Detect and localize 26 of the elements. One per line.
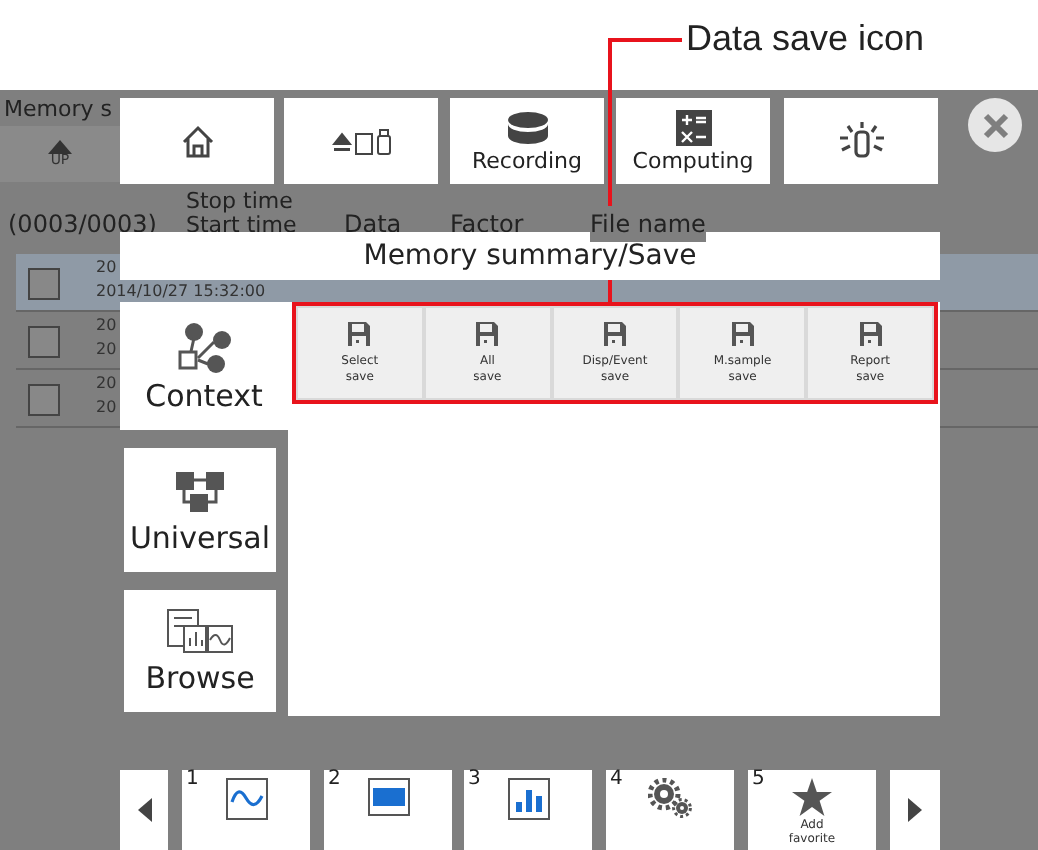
- stop-time-cell: 20: [96, 374, 117, 392]
- start-time-cell: 2014/10/27 15:32:00: [96, 282, 266, 300]
- stop-time-cell: 20: [96, 258, 117, 276]
- callout-label: Data save icon: [686, 16, 925, 62]
- stop-time-cell: 20: [96, 316, 117, 334]
- favorite-button[interactable]: 2: [324, 770, 452, 850]
- start-time-cell: 20: [96, 398, 117, 416]
- column-header: File name: [590, 206, 706, 242]
- screen-title: Memory s: [4, 94, 112, 126]
- browse-tab[interactable]: Browse: [120, 586, 280, 716]
- file-count: (0003/0003): [8, 208, 157, 242]
- slot-number: 2: [328, 770, 341, 790]
- favorite-button[interactable]: 3: [464, 770, 592, 850]
- favorite-button[interactable]: 4: [606, 770, 734, 850]
- start-time-cell: 20: [96, 340, 117, 358]
- slot-number: 1: [186, 770, 199, 790]
- slot-number: 4: [610, 770, 623, 790]
- slot-number: 3: [468, 770, 481, 790]
- slot-number: 5: [752, 770, 765, 790]
- favorite-button[interactable]: 1: [182, 770, 310, 850]
- column-header: Stop time: [186, 190, 293, 212]
- column-header: Start time: [186, 214, 297, 234]
- context-tab[interactable]: Context: [120, 302, 288, 430]
- recording-button[interactable]: Recording: [450, 98, 604, 184]
- universal-tab[interactable]: Universal: [120, 444, 280, 576]
- computing-button[interactable]: Computing: [616, 98, 770, 184]
